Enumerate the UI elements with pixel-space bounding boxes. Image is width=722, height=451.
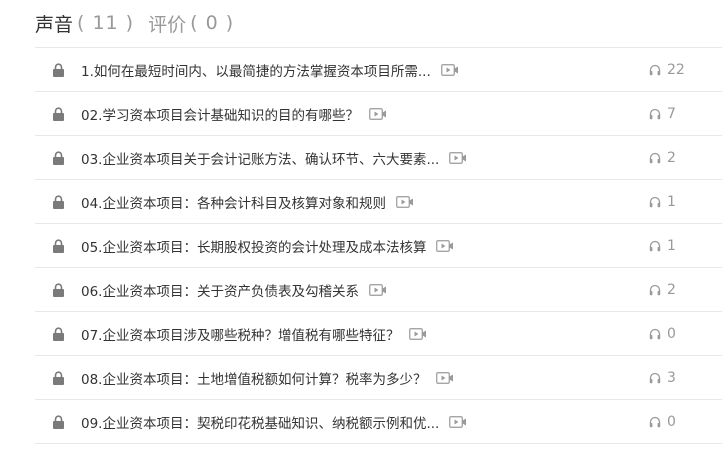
tab-audio[interactable]: 声音 ( 11 )	[35, 10, 134, 37]
tab-reviews-count: ( 0 )	[190, 12, 235, 34]
track-title[interactable]: 03.企业资本项目关于会计记账方法、确认环节、六大要素...	[81, 148, 439, 168]
track-title-group: 05.企业资本项目：长期股权投资的会计处理及成本法核算	[81, 224, 454, 267]
listen-count-value: 22	[667, 61, 685, 78]
track-title-group: 09.企业资本项目：契税印花税基础知识、纳税额示例和优...	[81, 400, 467, 443]
video-icon	[396, 195, 413, 208]
track-title[interactable]: 04.企业资本项目：各种会计科目及核算对象和规则	[81, 192, 386, 212]
listen-count: 3	[649, 356, 676, 399]
listen-count: 2	[649, 268, 676, 311]
track-title[interactable]: 07.企业资本项目涉及哪些税种？增值税有哪些特征？	[81, 324, 399, 344]
listen-count: 1	[649, 180, 676, 223]
listen-count: 2	[649, 136, 676, 179]
track-title[interactable]: 08.企业资本项目：土地增值税额如何计算？税率为多少？	[81, 368, 426, 388]
lock-icon	[53, 63, 64, 77]
tab-reviews[interactable]: 评价 ( 0 )	[148, 10, 234, 37]
listen-count-value: 7	[667, 105, 676, 122]
lock-icon	[53, 415, 64, 429]
listen-count-value: 1	[667, 193, 676, 210]
lock-icon	[53, 151, 64, 165]
tab-audio-count: ( 11 )	[77, 12, 135, 34]
track-title[interactable]: 06.企业资本项目：关于资产负债表及勾稽关系	[81, 280, 359, 300]
listen-count-value: 3	[667, 369, 676, 386]
tab-audio-label: 声音	[35, 13, 74, 36]
track-title-group: 08.企业资本项目：土地增值税额如何计算？税率为多少？	[81, 356, 454, 399]
track-row[interactable]: 1.如何在最短时间内、以最简捷的方法掌握资本项目所需... 22	[35, 48, 722, 92]
listen-count-value: 0	[667, 413, 676, 430]
headphones-icon	[649, 196, 661, 207]
track-row[interactable]: 08.企业资本项目：土地增值税额如何计算？税率为多少？ 3	[35, 356, 722, 400]
video-icon	[436, 239, 454, 252]
track-title-group: 04.企业资本项目：各种会计科目及核算对象和规则	[81, 180, 414, 223]
track-title[interactable]: 1.如何在最短时间内、以最简捷的方法掌握资本项目所需...	[81, 60, 431, 80]
track-row[interactable]: 02.学习资本项目会计基础知识的目的有哪些？ 7	[35, 92, 722, 136]
video-icon	[369, 283, 386, 296]
track-row[interactable]: 06.企业资本项目：关于资产负债表及勾稽关系 2	[35, 268, 722, 312]
track-row[interactable]: 05.企业资本项目：长期股权投资的会计处理及成本法核算 1	[35, 224, 722, 268]
track-title[interactable]: 05.企业资本项目：长期股权投资的会计处理及成本法核算	[81, 236, 426, 256]
lock-icon	[53, 283, 64, 297]
listen-count: 0	[649, 312, 676, 355]
listen-count-value: 1	[667, 237, 676, 254]
headphones-icon	[649, 328, 661, 339]
headphones-icon	[649, 284, 661, 295]
track-title-group: 02.学习资本项目会计基础知识的目的有哪些？	[81, 92, 387, 135]
tab-bar: 声音 ( 11 ) 评价 ( 0 )	[35, 9, 234, 37]
lock-icon	[53, 371, 64, 385]
tab-reviews-label: 评价	[148, 13, 187, 36]
lock-icon	[53, 239, 64, 253]
headphones-icon	[649, 416, 661, 427]
video-icon	[436, 371, 454, 384]
listen-count: 7	[649, 92, 676, 135]
track-title-group: 03.企业资本项目关于会计记账方法、确认环节、六大要素...	[81, 136, 467, 179]
track-row[interactable]: 03.企业资本项目关于会计记账方法、确认环节、六大要素... 2	[35, 136, 722, 180]
lock-icon	[53, 195, 64, 209]
video-icon	[449, 151, 467, 164]
track-title[interactable]: 02.学习资本项目会计基础知识的目的有哪些？	[81, 104, 359, 124]
headphones-icon	[649, 108, 661, 119]
headphones-icon	[649, 240, 661, 251]
listen-count-value: 2	[667, 149, 676, 166]
track-title-group: 07.企业资本项目涉及哪些税种？增值税有哪些特征？	[81, 312, 427, 355]
listen-count: 0	[649, 400, 676, 443]
listen-count-value: 2	[667, 281, 676, 298]
track-list: 1.如何在最短时间内、以最简捷的方法掌握资本项目所需... 22 02.学习资本…	[35, 47, 722, 444]
headphones-icon	[649, 152, 661, 163]
video-icon	[409, 327, 427, 340]
track-title[interactable]: 09.企业资本项目：契税印花税基础知识、纳税额示例和优...	[81, 412, 439, 432]
listen-count-value: 0	[667, 325, 676, 342]
video-icon	[440, 63, 458, 76]
track-row[interactable]: 09.企业资本项目：契税印花税基础知识、纳税额示例和优... 0	[35, 400, 722, 444]
track-row[interactable]: 07.企业资本项目涉及哪些税种？增值税有哪些特征？ 0	[35, 312, 722, 356]
video-icon	[449, 415, 467, 428]
track-row[interactable]: 04.企业资本项目：各种会计科目及核算对象和规则 1	[35, 180, 722, 224]
track-title-group: 06.企业资本项目：关于资产负债表及勾稽关系	[81, 268, 387, 311]
lock-icon	[53, 327, 64, 341]
listen-count: 1	[649, 224, 676, 267]
video-icon	[369, 107, 386, 120]
headphones-icon	[649, 372, 661, 383]
lock-icon	[53, 107, 64, 121]
listen-count: 22	[649, 48, 685, 91]
track-title-group: 1.如何在最短时间内、以最简捷的方法掌握资本项目所需...	[81, 48, 459, 91]
headphones-icon	[649, 64, 661, 75]
